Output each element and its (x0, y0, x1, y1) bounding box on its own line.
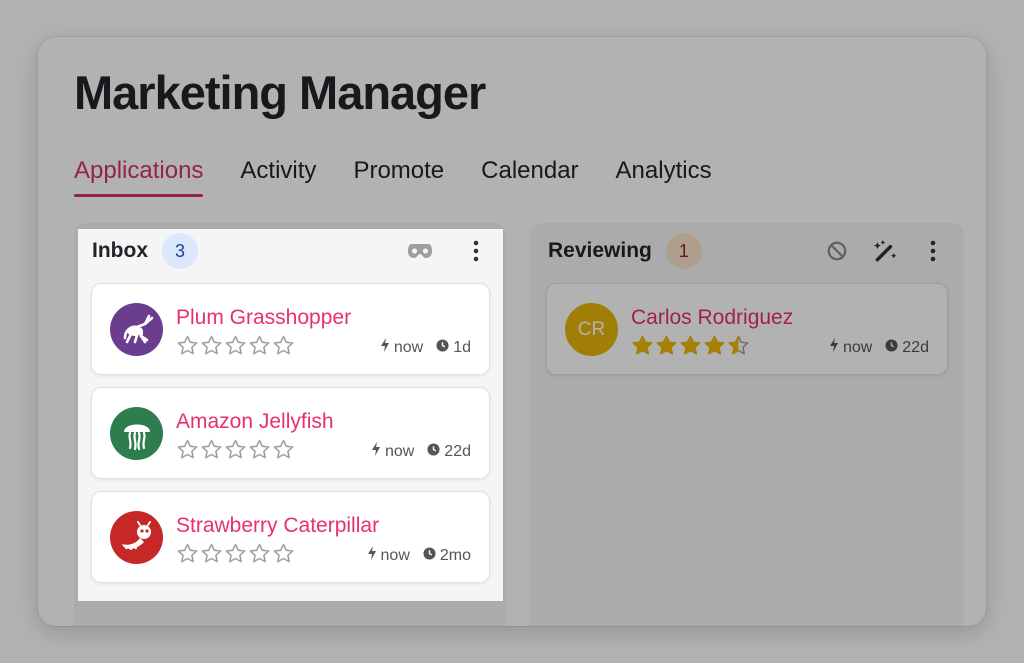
star-empty-icon[interactable] (200, 334, 223, 357)
applicant-card[interactable]: Plum Grasshopper now 1d (91, 283, 490, 375)
clock-icon (427, 442, 440, 461)
star-empty-icon[interactable] (272, 542, 295, 565)
star-empty-icon[interactable] (176, 438, 199, 461)
more-vertical-icon[interactable] (463, 238, 489, 264)
star-rating[interactable] (176, 542, 295, 565)
applicant-card[interactable]: Amazon Jellyfish now 22d (91, 387, 490, 479)
age-text: 1d (453, 338, 471, 356)
tab-calendar[interactable]: Calendar (481, 157, 578, 195)
clock-icon (423, 546, 436, 565)
column-title: Inbox (92, 239, 148, 262)
applicant-card[interactable]: CR Carlos Rodriguez now 22d (546, 283, 948, 375)
star-empty-icon[interactable] (224, 542, 247, 565)
star-empty-icon[interactable] (272, 334, 295, 357)
age-text: 22d (902, 338, 929, 356)
column-header: Reviewing 1 (548, 231, 946, 271)
star-empty-icon[interactable] (224, 438, 247, 461)
count-badge: 3 (162, 233, 198, 269)
star-filled-icon[interactable] (655, 334, 678, 357)
activity-text: now (393, 338, 424, 356)
clock-icon (436, 338, 449, 357)
star-rating[interactable] (176, 438, 295, 461)
star-empty-icon[interactable] (248, 438, 271, 461)
activity-text: now (384, 442, 415, 460)
column-title: Reviewing (548, 239, 652, 262)
star-filled-icon[interactable] (631, 334, 654, 357)
incognito-mask-icon[interactable] (407, 238, 433, 264)
star-empty-icon[interactable] (248, 542, 271, 565)
magic-wand-icon[interactable] (872, 238, 898, 264)
caterpillar-icon (110, 511, 163, 564)
tab-activity[interactable]: Activity (240, 157, 316, 195)
bolt-icon (367, 546, 377, 565)
applicant-name: Carlos Rodriguez (631, 306, 794, 329)
card-meta: now 2mo (367, 546, 471, 565)
applicant-name: Plum Grasshopper (176, 306, 352, 329)
applicant-card[interactable]: Strawberry Caterpillar now 2mo (91, 491, 490, 583)
grasshopper-icon (110, 303, 163, 356)
activity-text: now (380, 546, 410, 564)
block-icon[interactable] (824, 238, 850, 264)
card-meta: now 22d (829, 338, 929, 357)
column-inbox: Inbox 3 Plum Grasshopper now 1d Amazon J… (78, 229, 503, 601)
activity-text: now (842, 338, 873, 356)
bolt-icon (371, 442, 381, 461)
column-header: Inbox 3 (92, 231, 489, 271)
tab-bar: Applications Activity Promote Calendar A… (74, 157, 712, 197)
tab-analytics[interactable]: Analytics (616, 157, 712, 195)
column-reviewing: Reviewing 1 CR Carlos Rodriguez now 22d (530, 223, 964, 626)
count-badge: 1 (665, 233, 702, 269)
star-rating[interactable] (176, 334, 295, 357)
card-meta: now 1d (380, 338, 471, 357)
star-empty-icon[interactable] (248, 334, 271, 357)
star-half-icon[interactable] (727, 334, 750, 357)
tab-promote[interactable]: Promote (353, 157, 444, 195)
clock-icon (885, 338, 898, 357)
age-text: 22d (444, 442, 471, 460)
applicant-name: Amazon Jellyfish (176, 410, 334, 433)
star-rating[interactable] (631, 334, 750, 357)
star-empty-icon[interactable] (200, 438, 223, 461)
star-filled-icon[interactable] (703, 334, 726, 357)
jellyfish-icon (110, 407, 163, 460)
avatar: CR (565, 303, 618, 356)
more-vertical-icon[interactable] (920, 238, 946, 264)
bolt-icon (829, 338, 839, 357)
star-filled-icon[interactable] (679, 334, 702, 357)
bolt-icon (380, 338, 390, 357)
star-empty-icon[interactable] (176, 542, 199, 565)
card-meta: now 22d (371, 442, 471, 461)
tab-applications[interactable]: Applications (74, 157, 204, 197)
star-empty-icon[interactable] (272, 438, 295, 461)
star-empty-icon[interactable] (200, 542, 223, 565)
age-text: 2mo (439, 546, 471, 564)
page-title: Marketing Manager (74, 66, 486, 119)
applicant-name: Strawberry Caterpillar (176, 514, 380, 537)
star-empty-icon[interactable] (176, 334, 199, 357)
star-empty-icon[interactable] (224, 334, 247, 357)
